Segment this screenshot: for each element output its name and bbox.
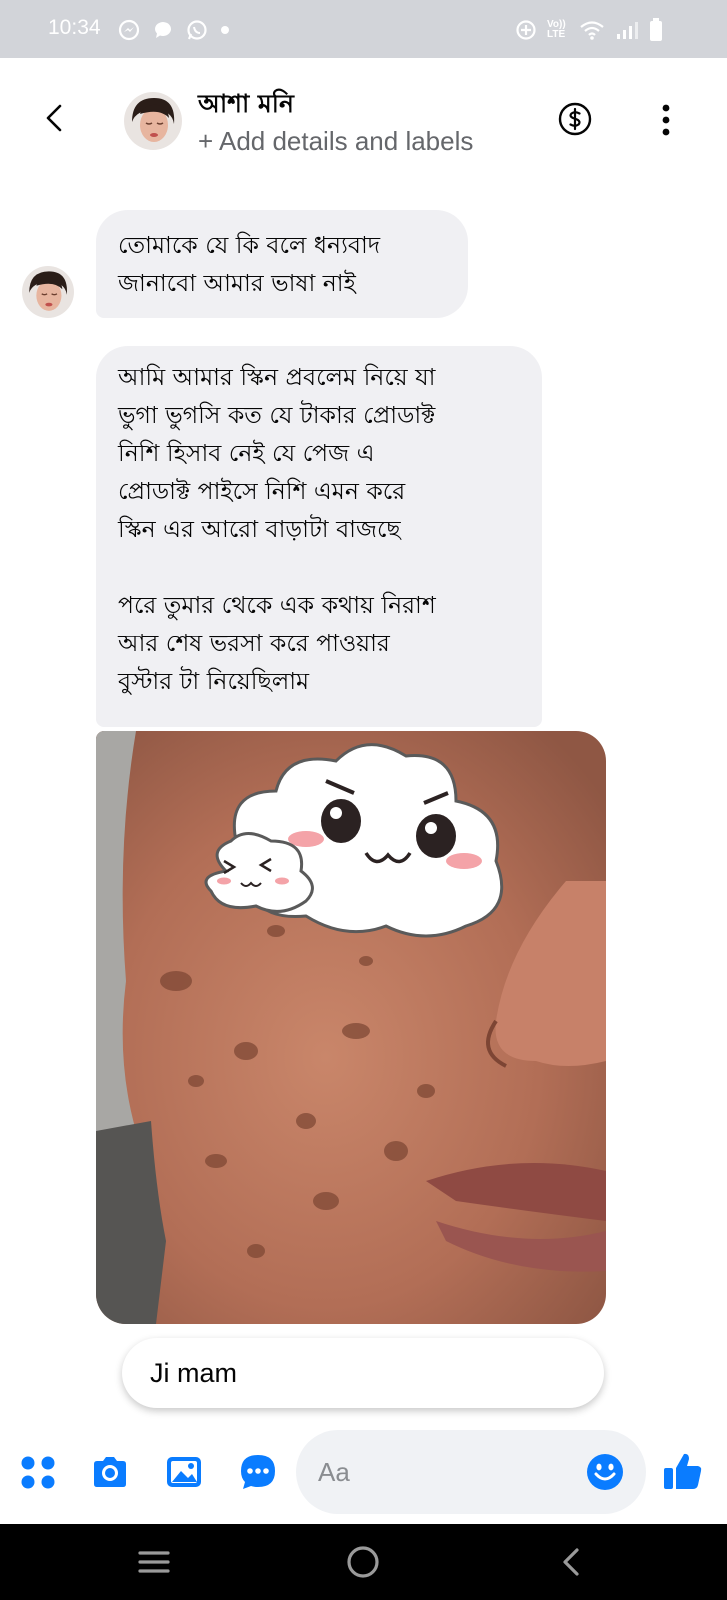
add-details-link[interactable]: + Add details and labels [198,126,473,157]
composer-bar [0,1420,727,1524]
back-icon[interactable] [36,96,72,140]
photo-attachment[interactable] [96,731,606,1324]
signal-icon [617,22,638,39]
message-bubble[interactable]: আমি আমার স্কিন প্রবলেম নিয়ে যা ভুগা ভুগ… [96,346,542,727]
emoji-icon[interactable] [586,1453,624,1491]
wifi-icon [580,21,604,40]
contact-name[interactable]: আশা মনি [198,84,294,127]
dollar-icon[interactable] [558,102,592,136]
recent-apps-icon[interactable] [134,1542,174,1582]
like-icon[interactable] [662,1450,704,1492]
apps-icon[interactable] [18,1452,58,1492]
notification-icons [118,19,230,41]
data-saver-icon [516,20,536,40]
volte-icon: Vo)) LTE [547,19,566,40]
system-nav-bar [0,1524,727,1600]
camera-icon[interactable] [90,1452,130,1492]
message-bubble[interactable]: তোমাকে যে কি বলে ধন্যবাদ জানাবো আমার ভাষ… [96,210,468,318]
conversation-header: আশা মনি + Add details and labels [0,58,727,188]
chat-icon[interactable] [238,1452,278,1492]
chat-bubble-icon [155,22,171,38]
more-icon[interactable] [658,102,674,138]
quick-reply-chip[interactable]: Ji mam [122,1338,604,1408]
sender-avatar[interactable] [22,266,74,318]
dot-icon [221,26,229,34]
battery-icon [650,18,662,41]
home-icon[interactable] [343,1542,383,1582]
status-time: 10:34 [48,16,101,39]
nav-back-icon[interactable] [552,1542,592,1582]
gallery-icon[interactable] [164,1452,204,1492]
messenger-icon [118,19,140,41]
system-icons: Vo)) LTE [515,18,663,42]
status-bar: 10:34 Vo)) LTE [0,0,727,58]
avatar[interactable] [124,92,182,150]
whatsapp-icon [187,20,207,40]
